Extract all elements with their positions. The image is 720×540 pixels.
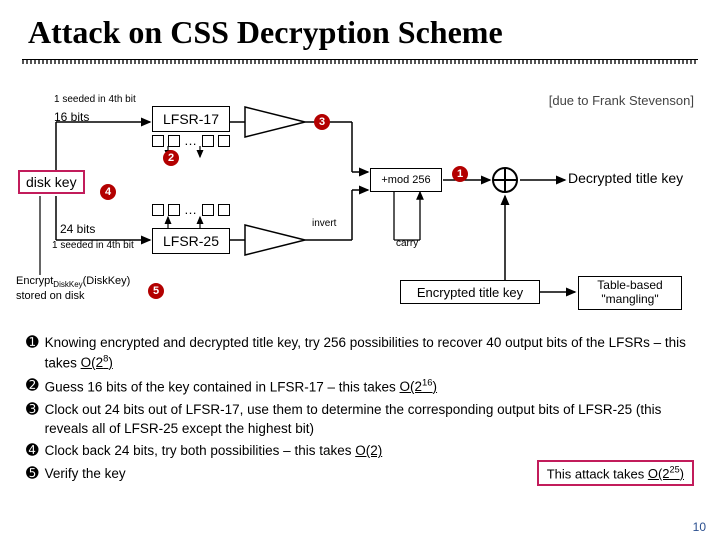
marker-3: 3 (314, 114, 330, 130)
note-1-text: Knowing encrypted and decrypted title ke… (45, 335, 686, 370)
diagram: 1 seeded in 4th bit 16 bits LFSR-17 … 3 … (0, 80, 720, 310)
bullet-4: ➍ (26, 442, 39, 460)
page-title: Attack on CSS Decryption Scheme (0, 0, 720, 57)
marker-5: 5 (148, 283, 164, 299)
bullet-2: ➋ (26, 377, 39, 395)
reg-box (202, 135, 214, 147)
page-number: 10 (693, 520, 706, 534)
note-1: ➊ Knowing encrypted and decrypted title … (26, 334, 694, 373)
reg-box (218, 135, 230, 147)
lfsr25-block: LFSR-25 (152, 228, 230, 254)
lfsr17-block: LFSR-17 (152, 106, 230, 132)
note-4: ➍ Clock back 24 bits, try both possibili… (26, 442, 694, 461)
bits24-label: 24 bits (60, 222, 95, 236)
add-mod-box: +mod 256 (370, 168, 442, 192)
mangling-box: Table-based "mangling" (578, 276, 682, 310)
stored-label: EncryptDiskKey(DiskKey) stored on disk (16, 275, 130, 304)
dots: … (184, 133, 197, 148)
stored-line2: stored on disk (16, 290, 84, 302)
note-4-cost: O(2) (355, 443, 382, 458)
reg-box (218, 204, 230, 216)
add-mod-label: +mod 256 (381, 174, 430, 186)
reg-box (202, 204, 214, 216)
attack-cost-box: This attack takes O(225) (537, 460, 694, 486)
bullet-1: ➊ (26, 334, 39, 352)
note-1-cost: O(28) (81, 355, 113, 370)
bits16-label: 16 bits (54, 110, 89, 124)
mangling-l2: "mangling" (601, 293, 658, 307)
decrypted-label: Decrypted title key (568, 170, 683, 186)
note-2-text: Guess 16 bits of the key contained in LF… (45, 379, 400, 394)
xor-node (492, 167, 518, 193)
dots: … (184, 202, 197, 217)
note-5-text: Verify the key (45, 465, 126, 484)
marker-1: 1 (452, 166, 468, 182)
title-rule (22, 59, 698, 64)
stored-line1: EncryptDiskKey(DiskKey) (16, 275, 130, 287)
note-2: ➋ Guess 16 bits of the key contained in … (26, 377, 694, 397)
note-2-cost: O(216) (400, 379, 438, 394)
reg-box (168, 135, 180, 147)
reg-box (152, 204, 164, 216)
carry-label: carry (396, 238, 418, 249)
note-3-text: Clock out 24 bits out of LFSR-17, use th… (45, 401, 694, 438)
reg-box (152, 135, 164, 147)
seed-top-label: 1 seeded in 4th bit (54, 94, 136, 105)
marker-4: 4 (100, 184, 116, 200)
note-4-text: Clock back 24 bits, try both possibiliti… (45, 443, 356, 458)
invert-label: invert (312, 218, 336, 229)
bullet-3: ➌ (26, 401, 39, 419)
encrypted-title-box: Encrypted title key (400, 280, 540, 304)
mangling-l1: Table-based (597, 279, 662, 293)
note-3: ➌ Clock out 24 bits out of LFSR-17, use … (26, 401, 694, 438)
marker-2: 2 (163, 150, 179, 166)
disk-key-box: disk key (18, 170, 85, 194)
reg-box (168, 204, 180, 216)
seed-bot-label: 1 seeded in 4th bit (52, 240, 134, 251)
bullet-5: ➎ (26, 465, 39, 483)
